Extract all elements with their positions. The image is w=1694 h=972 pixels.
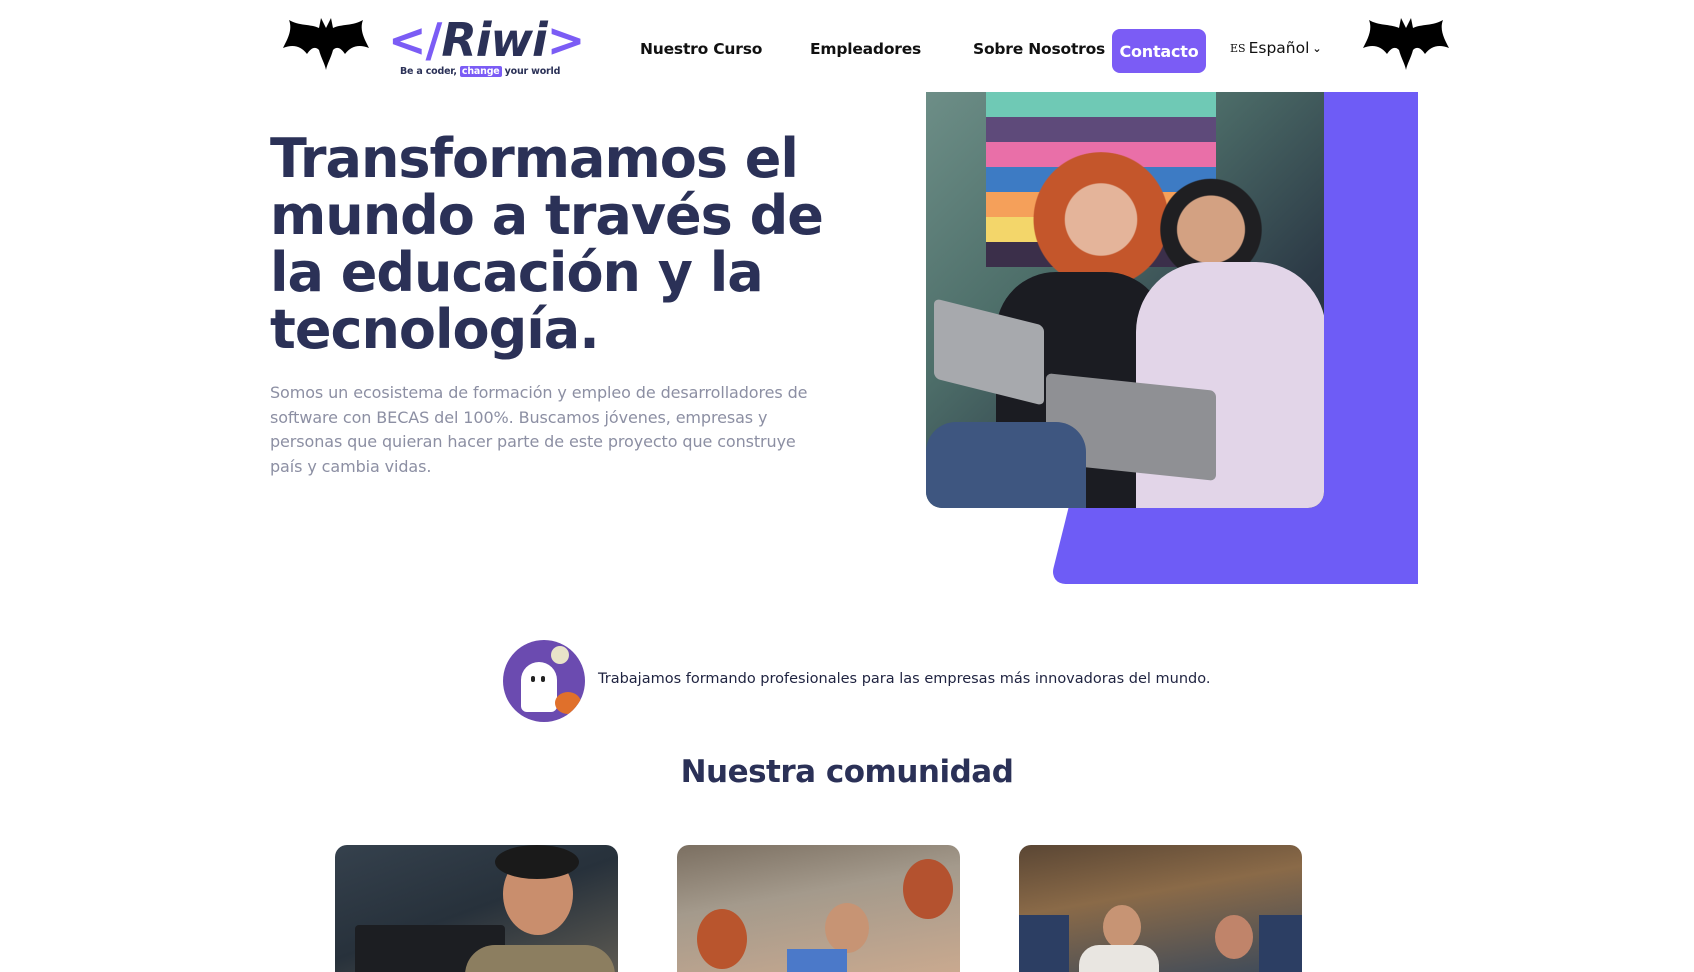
language-code: ES — [1230, 41, 1246, 55]
community-photo-card[interactable] — [1019, 845, 1302, 972]
contact-button[interactable]: Contacto — [1112, 29, 1206, 73]
community-title: Nuestra comunidad — [680, 754, 1014, 790]
language-selector[interactable]: ES Español ⌄ — [1230, 39, 1322, 57]
halloween-ghost-icon — [503, 640, 585, 722]
nav-link-sobre-nosotros[interactable]: Sobre Nosotros — [973, 40, 1105, 58]
nav-link-nuestro-curso[interactable]: Nuestro Curso — [640, 40, 762, 58]
community-photo-card[interactable] — [335, 845, 618, 972]
language-label: Español — [1248, 39, 1310, 57]
hero-title: Transformamos el mundo a través de la ed… — [270, 127, 824, 361]
chevron-down-icon: ⌄ — [1312, 41, 1322, 55]
jeans — [926, 422, 1086, 508]
nav-link-empleadores[interactable]: Empleadores — [810, 40, 921, 58]
logo-wordmark: </Riwi> — [388, 13, 585, 67]
site-header: </Riwi> Be a coder, change your world Nu… — [0, 0, 1694, 92]
logo-tagline: Be a coder, change your world — [400, 66, 561, 77]
bat-icon — [283, 14, 369, 70]
hero-subtitle: Somos un ecosistema de formación y emple… — [270, 383, 808, 476]
community-photo-card[interactable] — [677, 845, 960, 972]
announcement-text: Trabajamos formando profesionales para l… — [598, 671, 1211, 687]
riwi-logo[interactable]: </Riwi> Be a coder, change your world — [388, 12, 585, 80]
hero-photo — [926, 92, 1324, 508]
bat-icon — [1363, 14, 1449, 70]
